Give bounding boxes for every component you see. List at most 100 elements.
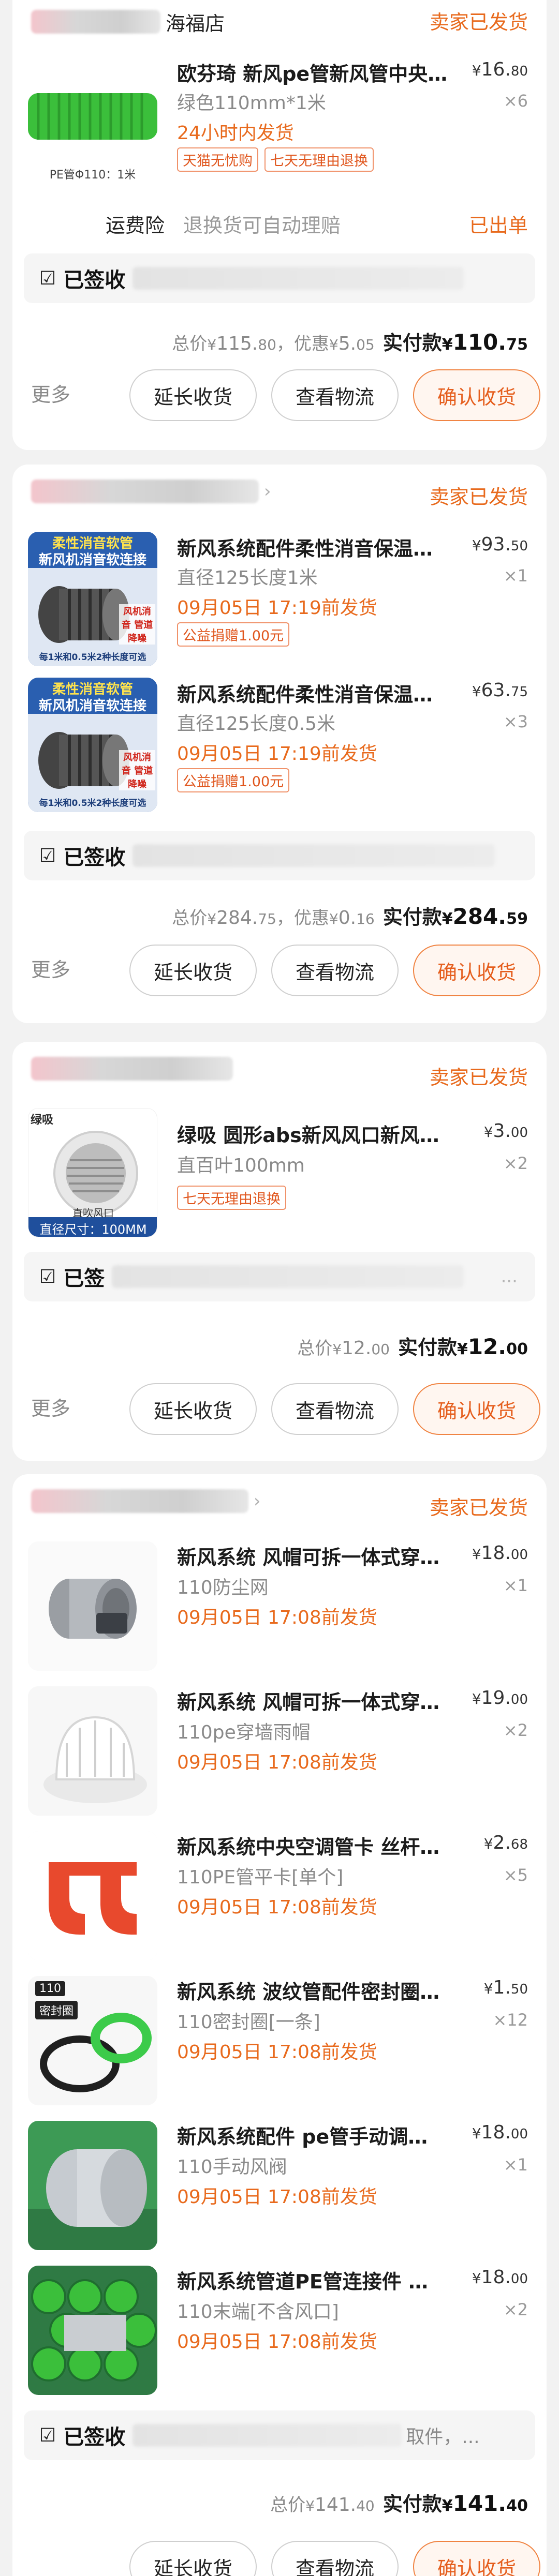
product-title[interactable]: 新风系统 风帽可拆一体式穿墙风帽 xyxy=(177,1541,446,1570)
ship-time: 09月05日 17:08前发货 xyxy=(177,2042,377,2063)
product-tags: 公益捐赠1.00元 xyxy=(177,768,290,792)
order-summary: 总价 ¥115.80 ，优惠 ¥5.05 实付款 ¥110.75 xyxy=(172,330,528,355)
order-card[interactable]: 卖家已发货 绿吸 直吹风口 直径尺寸：100MM 绿吸 圆形abs新风风口新风系… xyxy=(12,1042,547,1461)
chevron-right-icon: › xyxy=(264,481,271,502)
product-title[interactable]: 欧芬琦 新风pe管新风管中央空调新风系统PE管道 xyxy=(177,58,467,86)
product-thumbnail[interactable] xyxy=(28,2266,157,2395)
product-spec: 110pe穿墙雨帽 xyxy=(177,1722,311,1743)
shop-name-blurred xyxy=(31,1489,248,1513)
product-tags: 公益捐赠1.00元 xyxy=(177,622,290,647)
product-thumbnail[interactable]: 110 密封圈 xyxy=(28,1976,157,2105)
confirm-receipt-button[interactable]: 确认收货 xyxy=(413,945,540,996)
view-logistics-button[interactable]: 查看物流 xyxy=(271,1383,399,1435)
order-status: 卖家已发货 xyxy=(429,486,528,508)
product-thumbnail[interactable] xyxy=(28,1686,157,1816)
product-price: ¥1.50 xyxy=(483,1977,528,1998)
logistics-bar[interactable]: ☑ 已签收 取件，... xyxy=(24,2410,535,2460)
extend-receipt-button[interactable]: 延长收货 xyxy=(129,2541,257,2576)
tag-charity: 公益捐赠1.00元 xyxy=(177,622,290,647)
tag-seven-day-return: 七天无理由退换 xyxy=(177,1186,286,1210)
product-title[interactable]: 新风系统配件 pe管手动调节风阀 xyxy=(177,2121,446,2149)
logistics-bar[interactable]: ☑ 已签收 xyxy=(24,831,535,880)
product-tags: 天猫无忧购 七天无理由退换 xyxy=(177,147,374,172)
product-price: ¥63.75 xyxy=(472,680,528,701)
order-card[interactable]: 海福店 卖家已发货 PE管Φ110：1米 欧芬琦 新风pe管新风管中央空调新风系 xyxy=(12,0,547,450)
ship-time: 09月05日 17:08前发货 xyxy=(177,2331,377,2353)
shop-name-suffix: 海福店 xyxy=(166,12,225,35)
product-quantity: ×3 xyxy=(503,712,528,731)
order-summary: 总价 ¥12.00 实付款 ¥12.00 xyxy=(297,1334,528,1359)
ship-time: 09月05日 17:08前发货 xyxy=(177,1607,377,1628)
view-logistics-button[interactable]: 查看物流 xyxy=(271,2541,399,2576)
product-spec: 直径125长度0.5米 xyxy=(177,713,335,735)
product-thumbnail[interactable]: 绿吸 直吹风口 直径尺寸：100MM xyxy=(28,1108,157,1237)
logistics-status: 已签收 xyxy=(63,846,126,870)
extend-receipt-button[interactable]: 延长收货 xyxy=(129,369,257,421)
product-title[interactable]: 新风系统管道PE管连接件 末端 xyxy=(177,2266,446,2294)
product-title[interactable]: 新风系统 波纹管配件密封圈70/90 xyxy=(177,1976,446,2004)
order-summary: 总价 ¥141.40 实付款 ¥141.40 xyxy=(270,2491,528,2516)
product-thumbnail[interactable]: 柔性消音软管 新风机消音软连接 风机消音 管道降噪 每1米和0.5米2种长度可选 xyxy=(28,532,157,666)
product-quantity: ×1 xyxy=(503,2155,528,2175)
product-spec: 110末端[不含风口] xyxy=(177,2301,339,2323)
logistics-bar[interactable]: ☑ 已签 ... xyxy=(24,1252,535,1301)
product-spec: 直百叶100mm xyxy=(177,1155,305,1176)
logistics-detail-blurred xyxy=(133,267,464,290)
product-price: ¥3.00 xyxy=(483,1120,528,1142)
view-logistics-button[interactable]: 查看物流 xyxy=(271,945,399,996)
pipe-clamp-image xyxy=(28,1831,157,1960)
tag-tmall: 天猫无忧购 xyxy=(177,147,258,172)
order-card[interactable]: › 卖家已发货 柔性消音软管 新风机消音软连接 风机消音 管道降噪 每1米和0.… xyxy=(12,465,547,1023)
shop-header[interactable] xyxy=(31,1052,233,1085)
logistics-detail-blurred xyxy=(112,1265,464,1288)
product-title[interactable]: 新风系统 风帽可拆一体式穿墙风帽 xyxy=(177,1686,446,1715)
confirm-receipt-button[interactable]: 确认收货 xyxy=(413,369,540,421)
more-link[interactable]: 更多 xyxy=(31,379,70,407)
extend-receipt-button[interactable]: 延长收货 xyxy=(129,1383,257,1435)
duct-connector-image xyxy=(28,1541,157,1671)
logistics-detail-tail: 取件，... xyxy=(406,2427,480,2448)
product-thumbnail[interactable]: PE管Φ110：1米 xyxy=(28,57,157,186)
insurance-text: 退换货可自动理赔 xyxy=(183,214,341,237)
logistics-bar[interactable]: ☑ 已签收 xyxy=(24,253,535,303)
extend-receipt-button[interactable]: 延长收货 xyxy=(129,945,257,996)
product-quantity: ×12 xyxy=(493,2010,528,2030)
product-title[interactable]: 新风系统中央空调管卡 丝杆管卡 xyxy=(177,1831,446,1860)
product-price: ¥19.00 xyxy=(472,1687,528,1709)
product-price: ¥2.68 xyxy=(483,1832,528,1853)
more-link[interactable]: 更多 xyxy=(31,954,70,982)
ship-time: 09月05日 17:19前发货 xyxy=(177,743,377,765)
tag-charity: 公益捐赠1.00元 xyxy=(177,768,290,792)
brand-logo: 绿吸 xyxy=(31,1114,54,1127)
logistics-status: 已签 xyxy=(63,1267,105,1291)
wall-cap-image xyxy=(28,1686,157,1816)
signed-check-icon: ☑ xyxy=(39,2424,56,2446)
product-thumbnail[interactable] xyxy=(28,2121,157,2250)
tag-seven-day-return: 七天无理由退换 xyxy=(264,147,374,172)
shop-header[interactable]: › xyxy=(31,1485,261,1518)
signed-check-icon: ☑ xyxy=(39,267,56,289)
product-title[interactable]: 绿吸 圆形abs新风风口新风系统百叶风口 xyxy=(177,1119,457,1148)
product-title[interactable]: 新风系统配件柔性消音保温软管消声器新风机 xyxy=(177,533,446,561)
insurance-status: 已出单 xyxy=(468,214,528,237)
product-thumbnail[interactable] xyxy=(28,1831,157,1960)
shop-header[interactable]: › xyxy=(31,475,271,508)
confirm-receipt-button[interactable]: 确认收货 xyxy=(413,2541,540,2576)
product-quantity: ×1 xyxy=(503,1576,528,1595)
ship-time: 24小时内发货 xyxy=(177,123,294,144)
product-spec: 绿色110mm*1米 xyxy=(177,93,326,114)
logistics-status: 已签收 xyxy=(63,268,126,292)
logistics-ellipsis: ... xyxy=(501,1266,518,1287)
order-summary: 总价 ¥284.75 ，优惠 ¥0.16 实付款 ¥284.59 xyxy=(172,904,528,929)
confirm-receipt-button[interactable]: 确认收货 xyxy=(413,1383,540,1435)
shop-header[interactable]: 海福店 xyxy=(31,5,225,38)
order-status: 卖家已发货 xyxy=(429,1066,528,1089)
product-quantity: ×5 xyxy=(503,1865,528,1885)
product-thumbnail[interactable]: 柔性消音软管 新风机消音软连接 风机消音 管道降噪 每1米和0.5米2种长度可选 xyxy=(28,678,157,812)
product-title[interactable]: 新风系统配件柔性消音保温软管消声器新风机 xyxy=(177,679,446,707)
view-logistics-button[interactable]: 查看物流 xyxy=(271,369,399,421)
order-card[interactable]: › 卖家已发货 新风系统 风帽可拆一体式穿墙风帽 110防尘网 09月05日 1… xyxy=(12,1474,547,2576)
signed-check-icon: ☑ xyxy=(39,1266,56,1287)
more-link[interactable]: 更多 xyxy=(31,1392,70,1421)
product-thumbnail[interactable] xyxy=(28,1541,157,1671)
